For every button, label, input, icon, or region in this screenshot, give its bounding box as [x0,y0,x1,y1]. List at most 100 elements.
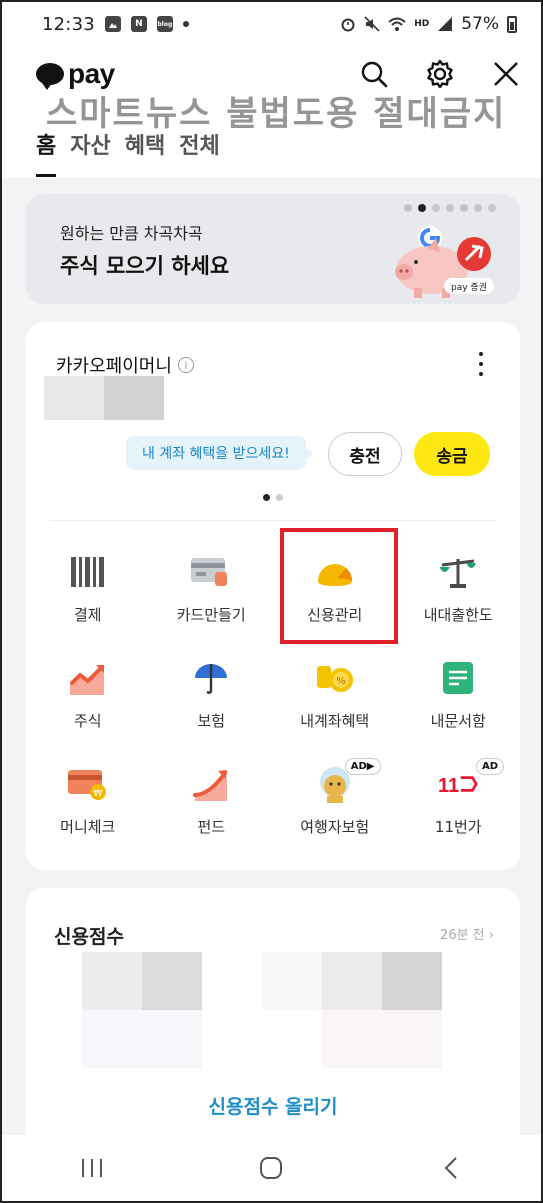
battery-icon [507,15,517,33]
signal-icon [438,17,453,31]
mute-icon [364,16,380,32]
kebab-dot [479,372,483,376]
svg-text:%: % [336,676,346,687]
scale-icon [438,552,478,592]
account-benefit-tooltip[interactable]: 내 계좌 혜택을 받으세요! [126,436,313,470]
barcode-icon [68,552,108,592]
tab-home[interactable]: 홈 [36,128,57,177]
credit-redacted [382,952,442,1010]
credit-updated-time[interactable]: 26분 전 › [440,924,494,943]
tab-all[interactable]: 전체 [179,128,219,177]
money-pager [26,494,520,501]
wifi-icon [388,17,406,31]
kakaopay-money-card: 카카오페이머니 i 내 계좌 혜택을 받으세요! 충전 송금 결제 카드만들기 [26,322,520,870]
umbrella-icon [191,658,231,698]
kebab-dot [479,362,483,366]
balance-redacted [44,376,104,420]
menu-label: 주식 [73,712,102,730]
banner-badge: pay 증권 [451,281,487,293]
svg-text:11: 11 [438,775,459,797]
menu-label: 내대출한도 [423,606,493,624]
status-time: 12:33 [42,13,95,35]
main-tabs: 홈 자산 혜택 전체 [36,128,220,177]
menu-label: 카드만들기 [176,606,246,624]
banner-subtitle: 원하는 만큼 차곡차곡 [60,224,203,243]
charge-button[interactable]: 충전 [328,432,402,476]
menu-item-make-card[interactable]: 카드만들기 [150,532,274,628]
chevron-right-icon: › [488,928,494,943]
info-icon[interactable]: i [177,357,194,373]
menu-item-account-benefit[interactable]: % 내계좌혜택 [273,638,397,734]
balance-redacted [104,376,164,420]
money-check-icon: ₩ [67,764,108,804]
kebab-dot [479,352,483,356]
menu-label: 머니체크 [60,818,116,836]
updated-time-label: 26분 전 [440,928,485,943]
service-menu-grid: 결제 카드만들기 신용관리 내대출한도 주식 보험 % 내계좌혜택 내문서함 ₩… [26,532,520,840]
banner-title: 주식 모으기 하세요 [60,254,230,278]
11st-logo-icon: 11 [438,764,479,804]
home-icon [260,1157,283,1179]
credit-redacted [82,952,142,1010]
document-icon [438,658,478,698]
menu-item-loan-limit[interactable]: 내대출한도 [397,532,521,628]
close-icon [494,62,518,86]
svg-text:₩: ₩ [93,789,102,799]
credit-redacted [322,1010,442,1068]
menu-item-fund[interactable]: 펀드 [150,744,274,840]
fund-chart-icon [191,764,231,804]
menu-item-money-check[interactable]: ₩ 머니체크 [26,744,150,840]
piggy-bank-illustration: pay 증권 [395,226,494,298]
credit-redacted [82,1010,202,1068]
home-button[interactable] [241,1148,301,1188]
alarm-icon [341,18,355,32]
menu-label: 여행자보험 [300,818,370,836]
back-icon [444,1157,457,1179]
travel-character-icon [315,764,355,804]
pager-dot [276,494,283,501]
coin-percent-icon: % [315,658,355,698]
app-header: pay 스마트뉴스 불법도용 절대금지 홈 자산 혜택 전체 [2,46,541,178]
battery-percent: 57% [461,14,499,34]
naver-icon: N [130,16,147,32]
credit-redacted [322,952,382,1010]
menu-item-11st[interactable]: AD 11 11번가 [397,744,521,840]
blog-icon: blog [156,16,173,32]
money-title-label: 카카오페이머니 [56,356,172,377]
ad-badge: AD [475,758,504,775]
more-options-button[interactable] [476,352,486,376]
divider [50,520,496,521]
recent-apps-button[interactable] [62,1148,122,1188]
credit-redacted [142,952,202,1010]
card-icon [191,552,231,592]
status-bar: 12:33 N blog HD 57% [2,2,541,46]
stock-chart-icon [68,658,108,698]
menu-label: 결제 [73,606,102,624]
search-icon [361,61,388,88]
recent-apps-icon [81,1159,102,1177]
menu-label: 펀드 [197,818,226,836]
tab-benefits[interactable]: 혜택 [125,128,165,177]
system-nav-bar [2,1135,541,1201]
tab-assets[interactable]: 자산 [70,128,110,177]
menu-item-insurance[interactable]: 보험 [150,638,274,734]
credit-score-title: 신용점수 [54,926,124,948]
pager-dot [263,494,270,501]
credit-score-card: 신용점수 26분 전 › 신용점수 올리기 [26,888,520,1138]
menu-item-payment[interactable]: 결제 [26,532,150,628]
menu-label: 내문서함 [430,712,486,730]
menu-label: 보험 [197,712,226,730]
raise-credit-score-link[interactable]: 신용점수 올리기 [26,1092,520,1119]
stock-promo-banner[interactable]: 원하는 만큼 차곡차곡 주식 모으기 하세요 pay 증권 [26,194,520,304]
back-button[interactable] [421,1148,481,1188]
menu-item-stock[interactable]: 주식 [26,638,150,734]
gear-icon [427,59,453,89]
money-title[interactable]: 카카오페이머니 i [56,352,194,378]
credit-redacted [262,952,322,1010]
menu-label: 11번가 [434,818,482,836]
send-button[interactable]: 송금 [414,432,490,476]
menu-item-documents[interactable]: 내문서함 [397,638,521,734]
more-notifications-dot [182,21,189,27]
menu-item-travel-insurance[interactable]: AD▶ 여행자보험 [273,744,397,840]
speech-bubble-icon [36,63,64,90]
